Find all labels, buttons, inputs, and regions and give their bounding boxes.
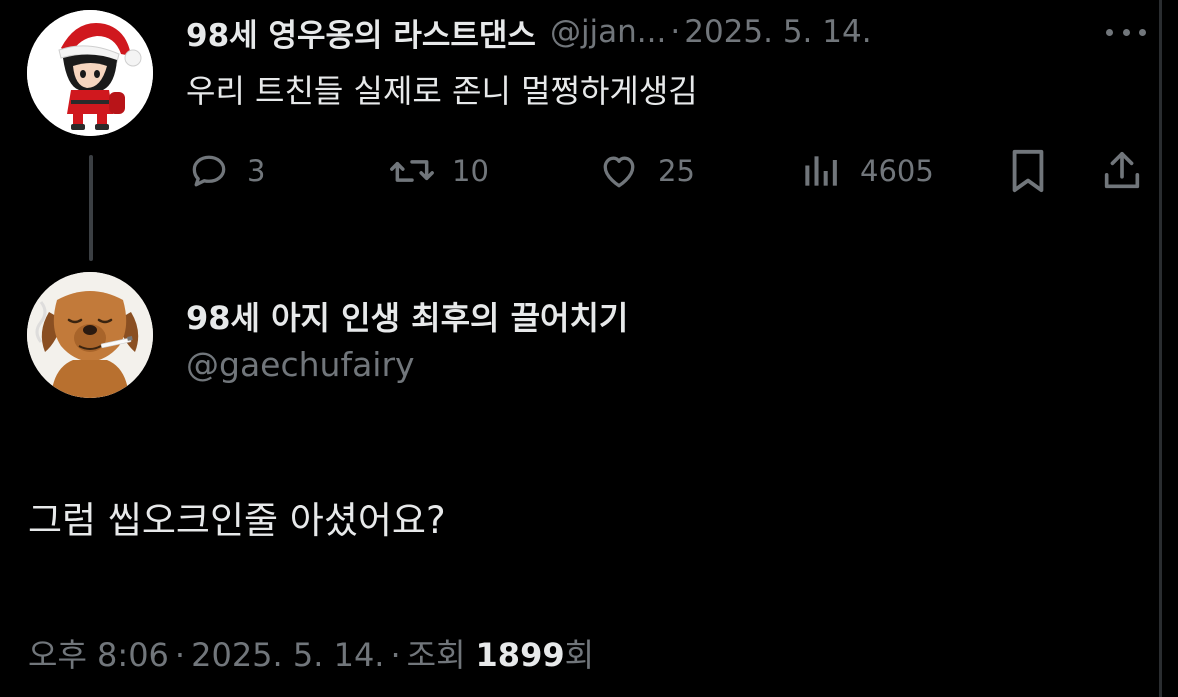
views-label: 조회 [406, 636, 466, 674]
santa-character-icon [27, 10, 153, 136]
heart-icon [603, 156, 635, 188]
header-separator: · [670, 14, 681, 50]
reply-button[interactable]: 3 [187, 146, 265, 196]
tweet-date[interactable]: 2025. 5. 14. [191, 636, 384, 674]
dog-avatar-icon [27, 272, 153, 398]
scrollbar-track[interactable] [1159, 0, 1162, 697]
view-count: 4605 [860, 154, 934, 188]
reply-count: 3 [247, 154, 266, 188]
parent-tweet-text: 우리 트친들 실제로 존니 멀쩡하게생김 [186, 72, 698, 110]
views-bar-icon [805, 156, 837, 186]
like-count: 25 [658, 154, 695, 188]
main-author-name[interactable]: 98세 아지 인생 최후의 끌어치기 [186, 293, 628, 339]
parent-tweet-header: 98세 영우옹의 라스트댄스 @jjan... · 2025. 5. 14. [186, 10, 1126, 54]
meta-separator: · [390, 636, 401, 674]
more-dots-icon[interactable] [1106, 20, 1146, 44]
tweet-time[interactable]: 오후 8:06 [28, 630, 169, 676]
main-author-handle[interactable]: @gaechufairy [186, 345, 415, 384]
share-icon [1104, 151, 1140, 189]
parent-author-name[interactable]: 98세 영우옹의 라스트댄스 [186, 10, 536, 55]
retweet-count: 10 [452, 154, 489, 188]
views-button[interactable]: 4605 [800, 146, 934, 196]
meta-separator: · [174, 636, 186, 674]
retweet-icon [390, 160, 434, 182]
views-count: 1899 [475, 636, 565, 674]
retweet-button[interactable]: 10 [388, 146, 489, 196]
tweet-meta-line: 오후 8:06 · 2025. 5. 14. · 조회 1899 회 [28, 630, 594, 676]
share-button[interactable] [1099, 146, 1145, 196]
bookmark-button[interactable] [1008, 146, 1048, 196]
main-author-avatar[interactable] [27, 272, 153, 398]
parent-author-handle[interactable]: @jjan... [550, 14, 666, 50]
bookmark-icon [1012, 149, 1044, 193]
parent-tweet-actions: 3 10 25 4605 [0, 146, 1178, 196]
parent-author-avatar[interactable] [27, 10, 153, 136]
main-tweet-text: 그럼 씹오크인줄 아셨어요? [28, 499, 446, 542]
parent-tweet-date[interactable]: 2025. 5. 14. [684, 14, 871, 50]
views-suffix: 회 [564, 636, 595, 674]
tweet-detail-view: 98세 영우옹의 라스트댄스 @jjan... · 2025. 5. 14. 우… [0, 0, 1178, 697]
like-button[interactable]: 25 [596, 146, 695, 196]
reply-icon [192, 155, 226, 187]
